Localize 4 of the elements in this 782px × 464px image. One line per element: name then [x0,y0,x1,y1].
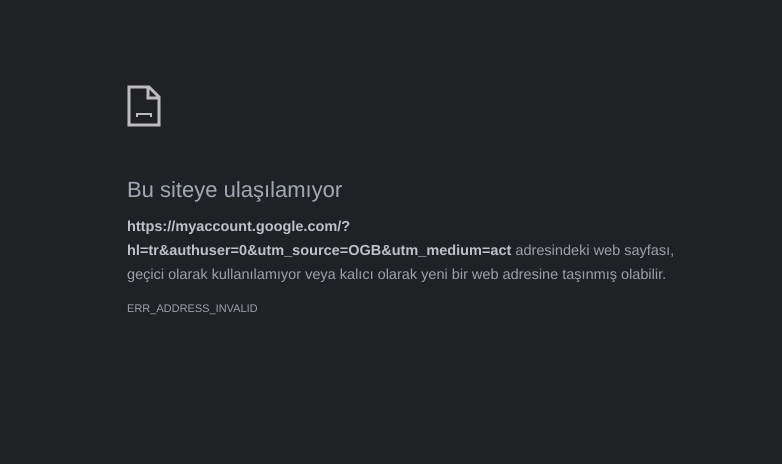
error-code: ERR_ADDRESS_INVALID [127,302,258,317]
error-title: Bu siteye ulaşılamıyor [127,176,344,204]
sad-page-icon [127,85,161,127]
error-message: https://myaccount.google.com/?hl=tr&authuser=0&utm_source=OGB&utm_medium=act adresindeki web sayfası, geçici olarak kullanılamıyor veya kalıcı olarak yeni bir web adresine taşınmış olabilir. [127,218,676,285]
